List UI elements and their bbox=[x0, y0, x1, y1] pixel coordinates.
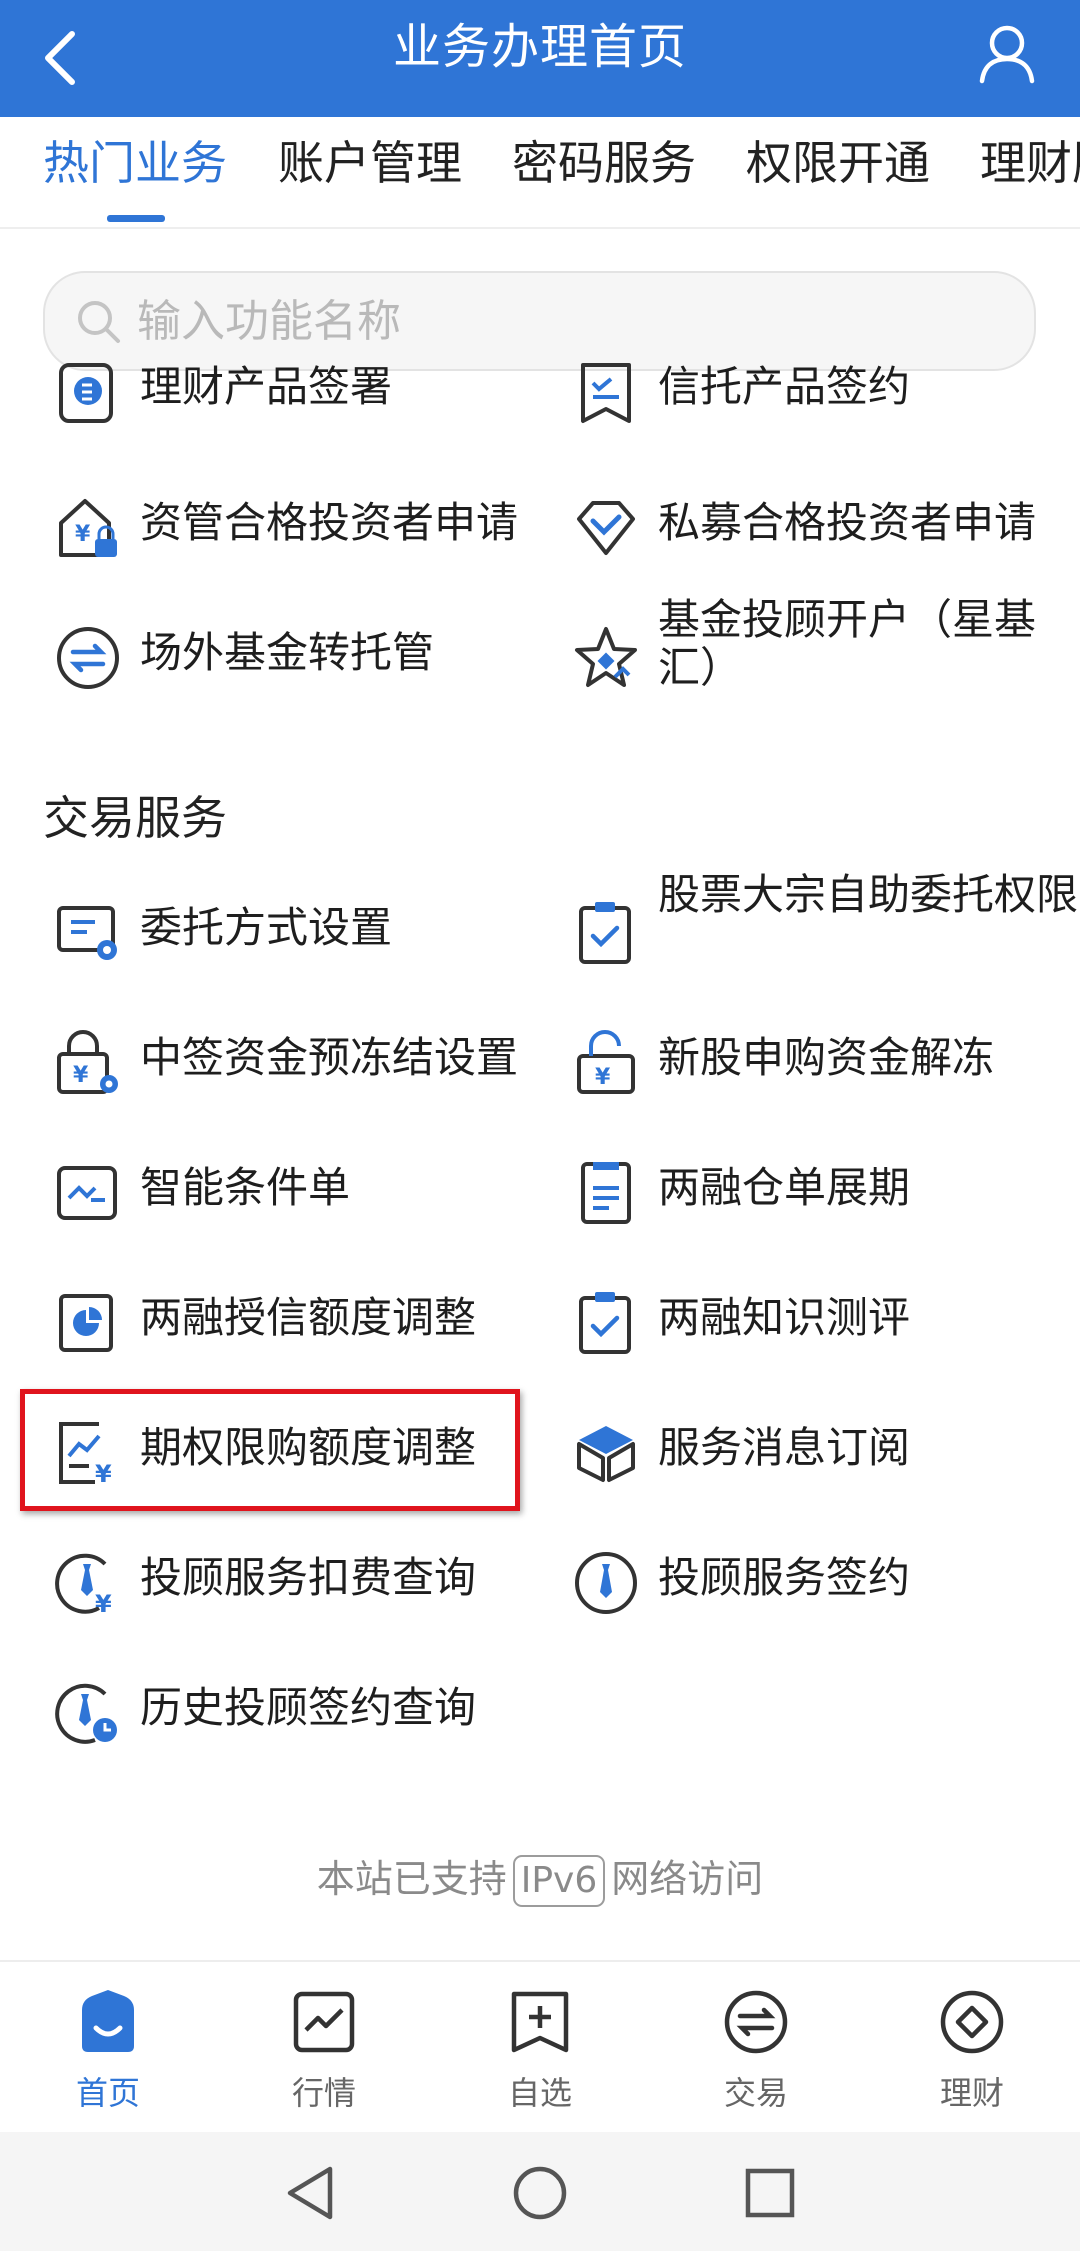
list-item[interactable]: 基金投顾开户（星基汇） bbox=[573, 596, 1053, 703]
item-label: 委托方式设置 bbox=[140, 903, 393, 952]
nav-label: 首页 bbox=[75, 2074, 140, 2112]
system-recents-button[interactable] bbox=[735, 2158, 805, 2228]
item-label: 资管合格投资者申请 bbox=[140, 498, 519, 547]
triangle-back-icon bbox=[287, 2166, 333, 2220]
list-item[interactable]: 理财产品签署 bbox=[55, 343, 535, 443]
svg-text:¥: ¥ bbox=[595, 1065, 611, 1090]
trust-bookmark-icon bbox=[581, 363, 631, 423]
nav-home[interactable]: 首页 bbox=[0, 1962, 216, 2134]
list-item[interactable]: 投顾服务签约 bbox=[573, 1528, 1053, 1628]
transfer-circle-icon bbox=[57, 627, 119, 689]
bottom-nav: 首页 行情 自选 交易 理财 bbox=[0, 1960, 1080, 2132]
nav-watchlist[interactable]: 自选 bbox=[432, 1962, 648, 2134]
list-item[interactable]: 股票大宗自助委托权限 bbox=[573, 871, 1078, 978]
list-item[interactable]: 两融知识测评 bbox=[573, 1268, 1053, 1368]
item-label: 基金投顾开户（星基汇） bbox=[658, 595, 1037, 692]
list-item[interactable]: 场外基金转托管 bbox=[55, 603, 535, 703]
house-yuan-lock-icon: ¥ bbox=[59, 499, 117, 557]
list-item[interactable]: ¥ 中签资金预冻结设置 bbox=[55, 1008, 535, 1108]
list-item[interactable]: ¥ 投顾服务扣费查询 bbox=[55, 1528, 535, 1628]
page-title: 业务办理首页 bbox=[392, 19, 687, 75]
list-item[interactable]: 服务消息订阅 bbox=[573, 1398, 1053, 1498]
finance-product-icon bbox=[59, 363, 113, 423]
tab-permission-open[interactable]: 权限开通 bbox=[746, 117, 930, 227]
unlock-yuan-icon: ¥ bbox=[577, 1030, 635, 1094]
active-tab-indicator bbox=[107, 215, 165, 222]
nav-label: 行情 bbox=[291, 2074, 356, 2112]
list-item[interactable]: 委托方式设置 bbox=[55, 878, 535, 978]
clipboard-check-icon bbox=[579, 1292, 631, 1354]
user-button[interactable] bbox=[972, 14, 1042, 94]
diamond-check-icon bbox=[577, 501, 635, 555]
circle-home-icon bbox=[513, 2166, 567, 2220]
nav-label: 自选 bbox=[507, 2074, 572, 2112]
item-label: 投顾服务扣费查询 bbox=[140, 1553, 477, 1602]
item-label: 投顾服务签约 bbox=[658, 1553, 911, 1602]
item-label: 历史投顾签约查询 bbox=[140, 1683, 477, 1732]
square-recents-icon bbox=[745, 2168, 795, 2218]
nav-label: 理财 bbox=[939, 2074, 1004, 2112]
list-item[interactable]: 信托产品签约 bbox=[573, 343, 1053, 443]
item-label: 服务消息订阅 bbox=[658, 1423, 911, 1472]
item-label: 新股申购资金解冻 bbox=[658, 1033, 995, 1082]
app-header: 业务办理首页 bbox=[0, 0, 1080, 117]
nav-market[interactable]: 行情 bbox=[216, 1962, 432, 2134]
section-title: 交易服务 bbox=[43, 791, 227, 845]
list-item[interactable]: 智能条件单 bbox=[55, 1138, 535, 1238]
smart-order-icon bbox=[57, 1166, 117, 1220]
svg-text:¥: ¥ bbox=[95, 1590, 112, 1616]
item-label: 中签资金预冻结设置 bbox=[140, 1033, 519, 1082]
list-item[interactable]: 两融授信额度调整 bbox=[55, 1268, 535, 1368]
category-tabs: 热门业务 账户管理 密码服务 权限开通 理财服 bbox=[0, 117, 1080, 229]
tab-hot-business[interactable]: 热门业务 bbox=[43, 117, 227, 227]
tab-wealth-service[interactable]: 理财服 bbox=[980, 117, 1080, 227]
system-home-button[interactable] bbox=[505, 2158, 575, 2228]
user-icon bbox=[979, 25, 1035, 84]
star-icon bbox=[575, 627, 637, 687]
pie-document-icon bbox=[59, 1294, 113, 1352]
note-prefix: 本站已支持 bbox=[316, 1857, 507, 1901]
list-item[interactable]: 两融仓单展期 bbox=[573, 1138, 1053, 1238]
wealth-icon bbox=[940, 1990, 1004, 2054]
tab-account-management[interactable]: 账户管理 bbox=[278, 117, 462, 227]
list-item[interactable]: ¥ 新股申购资金解冻 bbox=[573, 1008, 1053, 1108]
item-label: 两融授信额度调整 bbox=[140, 1293, 477, 1342]
item-label: 两融仓单展期 bbox=[658, 1163, 911, 1212]
nav-wealth[interactable]: 理财 bbox=[864, 1962, 1080, 2134]
tie-circle-icon bbox=[575, 1552, 637, 1614]
market-chart-icon bbox=[293, 1991, 355, 2053]
ipv6-badge: IPv6 bbox=[512, 1855, 606, 1907]
item-label: 信托产品签约 bbox=[658, 362, 911, 411]
clipboard-check-icon bbox=[579, 902, 631, 964]
trade-exchange-icon bbox=[724, 1990, 788, 2054]
tab-password-service[interactable]: 密码服务 bbox=[512, 117, 696, 227]
item-label: 智能条件单 bbox=[140, 1163, 351, 1212]
ipv6-support-note: 本站已支持 IPv6 网络访问 bbox=[0, 1848, 1080, 1907]
document-icon bbox=[581, 1162, 631, 1224]
tie-yuan-icon: ¥ bbox=[55, 1553, 112, 1616]
system-back-button[interactable] bbox=[275, 2158, 345, 2228]
svg-text:¥: ¥ bbox=[75, 522, 91, 547]
screen-gear-icon bbox=[57, 906, 117, 960]
highlight-box bbox=[20, 1389, 520, 1511]
nav-label: 交易 bbox=[723, 2074, 788, 2112]
item-label: 两融知识测评 bbox=[658, 1293, 911, 1342]
search-icon bbox=[78, 301, 120, 343]
system-nav-bar bbox=[0, 2132, 1080, 2251]
item-label: 理财产品签署 bbox=[140, 362, 393, 411]
list-item[interactable]: 私募合格投资者申请 bbox=[573, 473, 1053, 573]
cube-icon bbox=[577, 1426, 635, 1482]
nav-trade[interactable]: 交易 bbox=[648, 1962, 864, 2134]
watchlist-add-icon bbox=[511, 1991, 569, 2053]
svg-text:¥: ¥ bbox=[73, 1063, 89, 1088]
item-label: 场外基金转托管 bbox=[140, 628, 435, 677]
list-item[interactable]: ¥ 资管合格投资者申请 bbox=[55, 473, 535, 573]
note-suffix: 网络访问 bbox=[611, 1857, 764, 1901]
lock-yuan-gear-icon: ¥ bbox=[57, 1030, 118, 1094]
list-item[interactable]: 历史投顾签约查询 bbox=[55, 1658, 535, 1758]
item-label: 私募合格投资者申请 bbox=[658, 498, 1037, 547]
home-icon bbox=[82, 1990, 134, 2052]
tie-clock-icon bbox=[55, 1683, 117, 1744]
item-label: 股票大宗自助委托权限 bbox=[658, 870, 1079, 919]
